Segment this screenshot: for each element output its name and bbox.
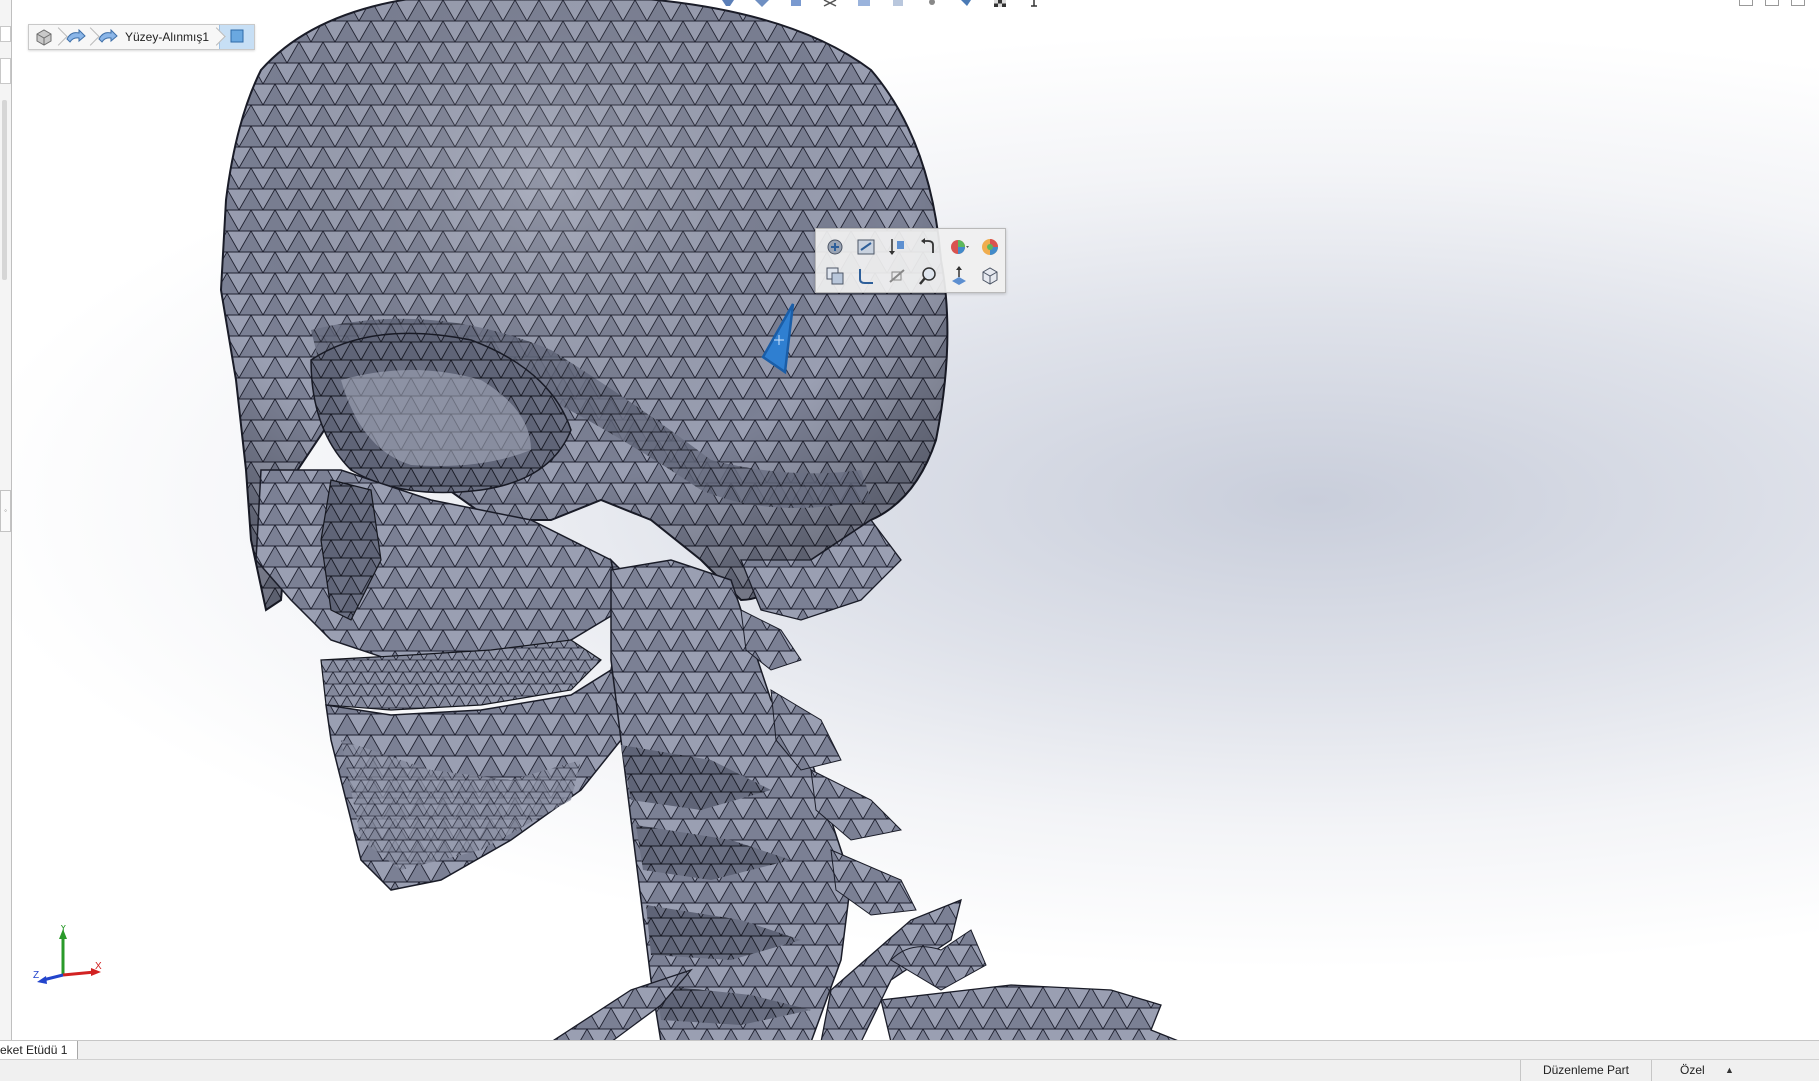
status-bar: Düzenleme Part Özel ▲ [0,1059,1819,1081]
view-settings-icon[interactable] [924,0,940,8]
edit-appearance-icon[interactable] [856,0,872,8]
graphics-area[interactable]: Y X Z [11,0,1819,1042]
model-tab-bar: eket Etüdü 1 [0,1040,1819,1060]
y-axis-label: Y [60,925,67,934]
x-axis [62,970,96,977]
realview-icon[interactable] [958,0,974,8]
units-menu-arrow-icon[interactable]: ▲ [1725,1060,1734,1081]
edit-sketch-icon[interactable] [853,234,879,260]
top-view-toolbar [720,0,1042,8]
feature-arrow-icon [65,28,87,46]
apply-scene-icon[interactable] [890,0,906,8]
color-wheel-icon[interactable] [977,234,1003,260]
hide-icon[interactable] [884,263,910,289]
part-icon [33,28,55,46]
skull-mesh-model[interactable] [11,0,1819,1042]
maximize-viewport-icon[interactable] [1765,0,1779,6]
normal-to-icon[interactable] [946,263,972,289]
undo-icon[interactable] [915,234,941,260]
view-orientation-icon[interactable] [720,0,736,8]
context-toolbar [815,228,1006,293]
status-units[interactable]: Özel [1680,1060,1720,1081]
surface-arrow-icon [97,28,119,46]
section-view-icon[interactable] [754,0,770,8]
rollback-icon[interactable] [884,234,910,260]
breadcrumb: Yüzey-Alınmış1 [28,24,256,50]
breadcrumb-surface-feature[interactable]: Yüzey-Alınmış1 [93,25,219,49]
checker-icon[interactable] [992,0,1008,8]
close-viewport-icon[interactable] [1791,0,1805,6]
status-edit-mode: Düzenleme Part [1520,1060,1652,1081]
split-icon[interactable] [1026,0,1042,8]
curve-icon[interactable] [853,263,879,289]
hide-show-icon[interactable] [822,0,838,8]
view-cube-icon[interactable] [977,263,1003,289]
appearance-icon[interactable] [946,234,972,260]
tab-motion-study[interactable]: eket Etüdü 1 [0,1041,79,1060]
panel-collapse-handle[interactable]: ◦ [0,490,11,532]
restore-viewport-icon[interactable] [1739,0,1753,6]
breadcrumb-feature[interactable] [61,25,93,49]
feature-manager-edge: ◦ [0,0,12,1042]
breadcrumb-label: Yüzey-Alınmış1 [125,30,210,44]
face-select-icon [229,29,245,46]
viewport-window-controls [1739,0,1805,6]
z-axis-label: Z [33,970,39,981]
panel-tab-marker[interactable] [0,26,11,42]
panel-tab-marker[interactable] [0,58,11,84]
zoom-to-selection-icon[interactable] [915,263,941,289]
x-axis-label: X [95,961,102,972]
edit-feature-icon[interactable] [822,234,848,260]
rib-right [880,984,1182,1042]
left-scrollbar[interactable] [2,100,7,280]
copy-icon[interactable] [822,263,848,289]
reference-triad: Y X Z [33,925,102,984]
breadcrumb-part[interactable] [29,25,61,49]
display-style-icon[interactable] [788,0,804,8]
